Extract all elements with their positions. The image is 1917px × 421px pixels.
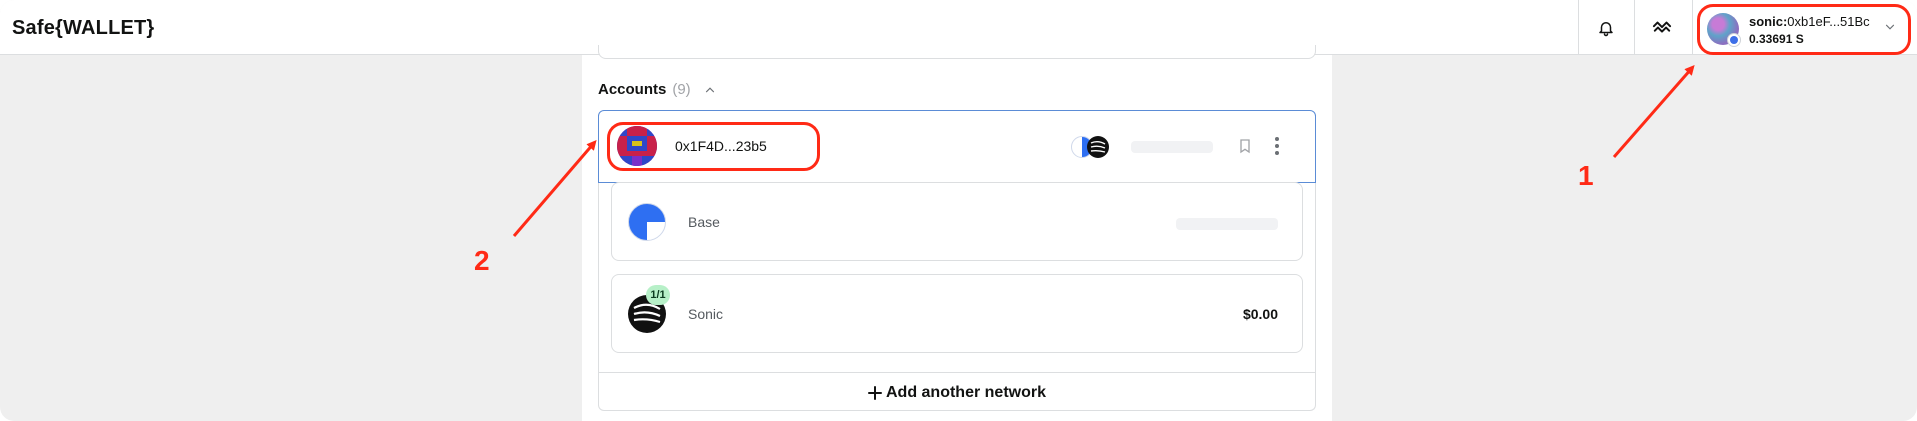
annotation-label-1: 1 — [1578, 160, 1594, 191]
annotation-arrows — [512, 64, 1695, 237]
app-frame: Safe{WALLET} sonic:0xb1eF...51Bc 0.33691… — [0, 0, 1917, 421]
annotation-label-2: 2 — [474, 245, 490, 276]
